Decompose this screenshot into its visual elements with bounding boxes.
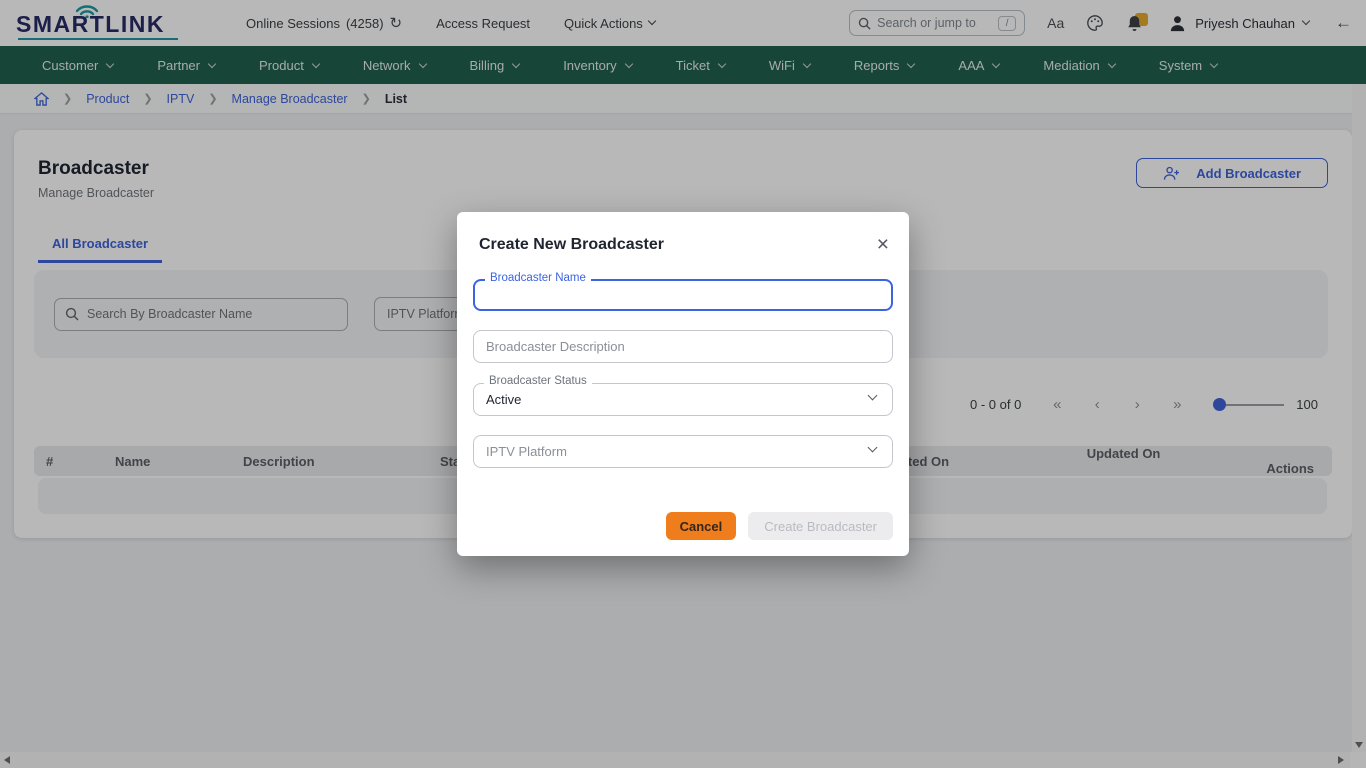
broadcaster-status-field[interactable]: Broadcaster Status Active bbox=[473, 383, 893, 416]
broadcaster-description-input[interactable] bbox=[474, 331, 892, 362]
broadcaster-status-label: Broadcaster Status bbox=[484, 375, 592, 387]
modal-title: Create New Broadcaster bbox=[473, 236, 664, 254]
close-icon[interactable]: × bbox=[877, 237, 893, 253]
create-broadcaster-button[interactable]: Create Broadcaster bbox=[748, 512, 893, 540]
app-viewport: SMARTLINK Online Sessions (4258) ↻ Acces… bbox=[0, 0, 1366, 768]
cancel-button[interactable]: Cancel bbox=[666, 512, 737, 540]
broadcaster-name-input[interactable] bbox=[475, 281, 891, 309]
broadcaster-status-value: Active bbox=[474, 384, 892, 415]
broadcaster-description-field[interactable] bbox=[473, 330, 893, 363]
broadcaster-name-label: Broadcaster Name bbox=[485, 272, 591, 284]
broadcaster-name-field[interactable]: Broadcaster Name bbox=[473, 279, 893, 311]
iptv-platform-placeholder: IPTV Platform bbox=[474, 436, 892, 467]
create-broadcaster-modal: Create New Broadcaster × Broadcaster Nam… bbox=[457, 212, 909, 556]
iptv-platform-field[interactable]: IPTV Platform bbox=[473, 435, 893, 468]
